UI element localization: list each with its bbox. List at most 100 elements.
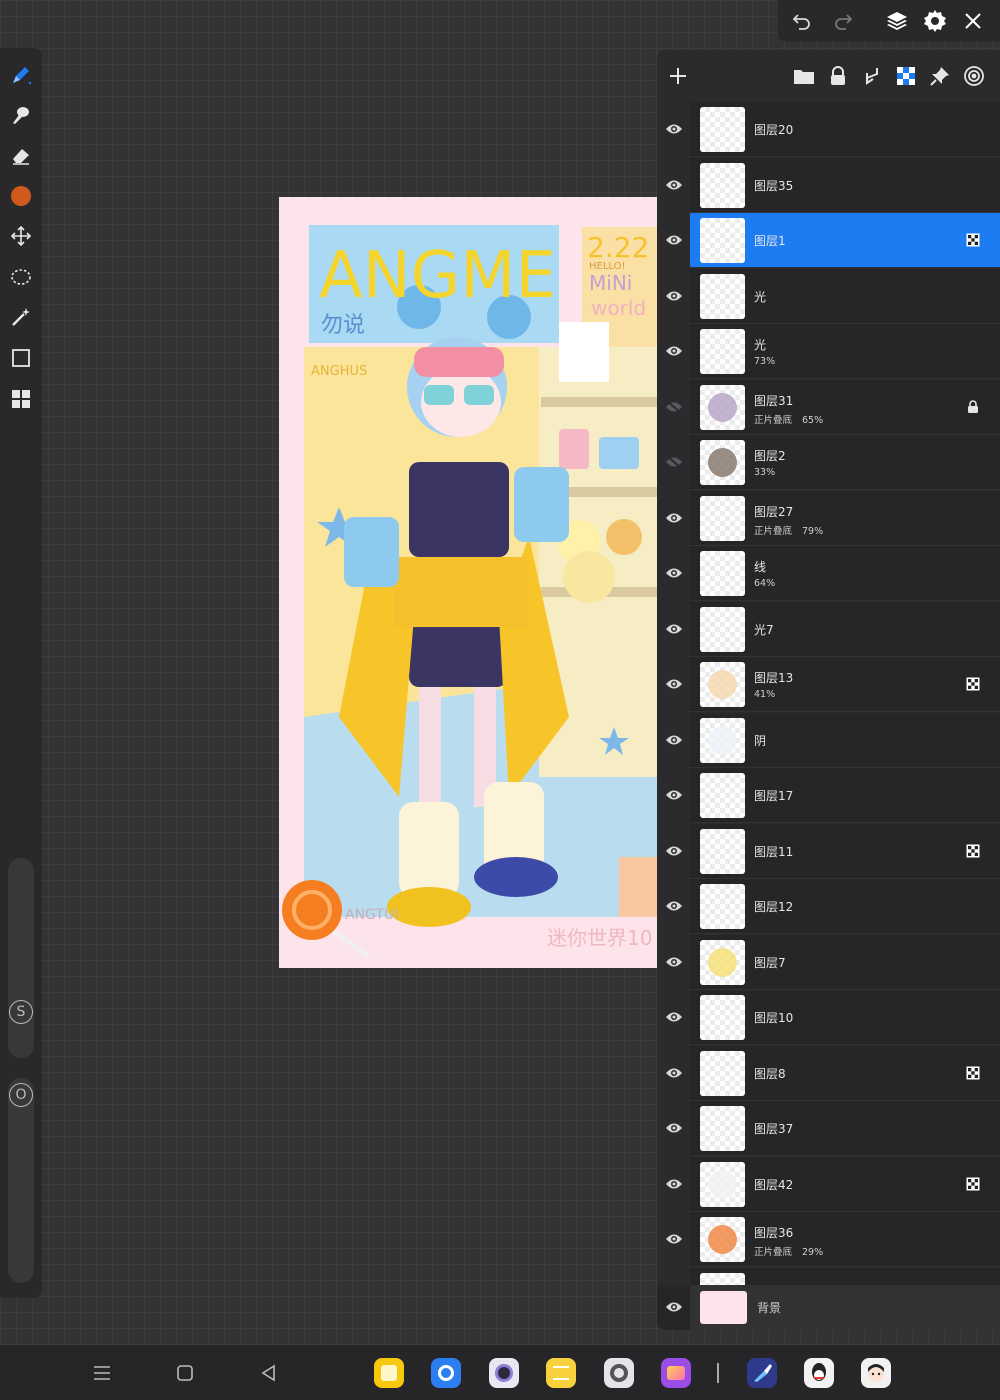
- layer-row[interactable]: 光: [657, 268, 1000, 324]
- blend-mode: 正片叠底: [754, 1247, 793, 1258]
- layer-thumbnail: [700, 1161, 745, 1207]
- memo-app[interactable]: [546, 1358, 576, 1388]
- pin-layer-button[interactable]: [927, 63, 953, 89]
- brush-opacity-slider[interactable]: [8, 1078, 34, 1283]
- layer-lock-indicator[interactable]: [965, 399, 981, 415]
- layer-row[interactable]: 图层4: [657, 1267, 1000, 1285]
- visibility-toggle[interactable]: [663, 116, 685, 142]
- settings-app[interactable]: [604, 1358, 634, 1388]
- layer-row[interactable]: 图层11: [657, 823, 1000, 879]
- visibility-toggle[interactable]: [663, 338, 685, 364]
- layer-row[interactable]: 图层36 正片叠底 29%: [657, 1212, 1000, 1267]
- notes-app-icon: [381, 1365, 397, 1381]
- layer-opacity: 64%: [754, 578, 776, 589]
- lasso-tool-button[interactable]: [6, 262, 36, 292]
- gallery-app[interactable]: [661, 1358, 691, 1388]
- layer-opacity: 73%: [754, 356, 776, 367]
- layer-row[interactable]: 图层31 正片叠底 65%: [657, 379, 1000, 435]
- lock-layer-button[interactable]: [825, 63, 851, 89]
- visibility-toggle[interactable]: [663, 449, 685, 475]
- visibility-toggle[interactable]: [663, 394, 685, 420]
- visibility-toggle[interactable]: [663, 505, 685, 531]
- qq-app[interactable]: [804, 1358, 834, 1388]
- visibility-toggle[interactable]: [663, 1294, 685, 1320]
- background-layer-row[interactable]: 背景: [657, 1285, 1000, 1330]
- visibility-toggle[interactable]: [663, 782, 685, 808]
- alpha-lock-indicator[interactable]: [965, 232, 981, 248]
- merge-down-icon: [866, 68, 878, 85]
- transparency-lock-button[interactable]: [893, 63, 919, 89]
- back-button[interactable]: [256, 1360, 282, 1386]
- move-tool-button[interactable]: [6, 221, 36, 251]
- layer-row[interactable]: 阴: [657, 712, 1000, 768]
- gallery-button[interactable]: [6, 384, 36, 414]
- visibility-toggle[interactable]: [663, 1004, 685, 1030]
- close-button[interactable]: [960, 8, 986, 34]
- alpha-lock-indicator[interactable]: [965, 1065, 981, 1081]
- visibility-toggle[interactable]: [663, 1226, 685, 1252]
- gallery-app-icon: [667, 1366, 685, 1380]
- visibility-toggle[interactable]: [663, 560, 685, 586]
- camera-app[interactable]: [489, 1358, 519, 1388]
- eye-icon: [666, 957, 682, 966]
- visibility-toggle[interactable]: [663, 1171, 685, 1197]
- browser-app[interactable]: [431, 1358, 461, 1388]
- layer-row[interactable]: 图层8: [657, 1045, 1000, 1101]
- layer-row[interactable]: 图层35: [657, 157, 1000, 213]
- layer-row[interactable]: 图层7: [657, 934, 1000, 990]
- visibility-toggle[interactable]: [663, 949, 685, 975]
- layer-row[interactable]: 线 64%: [657, 546, 1000, 601]
- visibility-toggle[interactable]: [663, 671, 685, 697]
- layer-name: 图层27: [754, 504, 794, 519]
- reference-layer-button[interactable]: [961, 63, 987, 89]
- visibility-toggle[interactable]: [663, 893, 685, 919]
- layer-row[interactable]: 图层27 正片叠底 79%: [657, 490, 1000, 546]
- pen-tool-button[interactable]: [6, 60, 36, 90]
- home-button[interactable]: [172, 1360, 198, 1386]
- visibility-toggle[interactable]: [663, 616, 685, 642]
- alpha-lock-indicator[interactable]: [965, 843, 981, 859]
- layer-row[interactable]: 图层1: [657, 213, 1000, 268]
- shape-tool-button[interactable]: [6, 343, 36, 373]
- paint-app[interactable]: [747, 1358, 777, 1388]
- visibility-toggle[interactable]: [663, 838, 685, 864]
- layer-row[interactable]: 图层12: [657, 879, 1000, 934]
- layer-row[interactable]: 图层17: [657, 768, 1000, 823]
- smudge-tool-button[interactable]: [6, 100, 36, 130]
- visibility-toggle[interactable]: [663, 1115, 685, 1141]
- layer-row[interactable]: 光 73%: [657, 324, 1000, 379]
- undo-button[interactable]: [789, 8, 815, 34]
- merge-down-button[interactable]: [859, 63, 885, 89]
- eraser-tool-button[interactable]: [6, 140, 36, 170]
- color-picker-button[interactable]: [6, 181, 36, 211]
- alpha-lock-indicator[interactable]: [965, 1176, 981, 1192]
- layer-row[interactable]: 图层2 33%: [657, 435, 1000, 490]
- canvas-artwork[interactable]: ANGME 勿说 2.22 HELLO! MiNi world ANGHUS A…: [279, 197, 657, 968]
- redo-button[interactable]: [830, 8, 856, 34]
- visibility-toggle[interactable]: [663, 172, 685, 198]
- new-folder-button[interactable]: [791, 63, 817, 89]
- visibility-toggle[interactable]: [663, 1060, 685, 1086]
- visibility-toggle[interactable]: [663, 727, 685, 753]
- layers-button[interactable]: [884, 8, 910, 34]
- eye-icon: [666, 846, 682, 855]
- layer-row[interactable]: 光7: [657, 601, 1000, 657]
- layer-row[interactable]: 图层13 41%: [657, 657, 1000, 712]
- layer-row[interactable]: 图层20: [657, 102, 1000, 157]
- layer-row[interactable]: 图层42: [657, 1156, 1000, 1212]
- layer-thumbnail: [700, 773, 745, 818]
- notes-app[interactable]: [374, 1358, 404, 1388]
- layer-row[interactable]: 图层37: [657, 1101, 1000, 1156]
- alpha-lock-indicator[interactable]: [965, 676, 981, 692]
- settings-button[interactable]: [922, 8, 948, 34]
- visibility-toggle[interactable]: [663, 227, 685, 253]
- layer-list[interactable]: 图层20 图层35 图层1 光光 73% 图层31 正片叠底 65% 图层2 33% 图层27 正片叠…: [657, 102, 1000, 1285]
- layer-row[interactable]: 图层10: [657, 990, 1000, 1045]
- menu-button[interactable]: [89, 1360, 115, 1386]
- visibility-toggle[interactable]: [663, 283, 685, 309]
- magic-wand-tool-button[interactable]: [6, 302, 36, 332]
- pen-icon: [13, 67, 31, 85]
- avatar-app[interactable]: [861, 1358, 891, 1388]
- add-layer-button[interactable]: [665, 63, 691, 89]
- brush-size-slider[interactable]: [8, 858, 34, 1058]
